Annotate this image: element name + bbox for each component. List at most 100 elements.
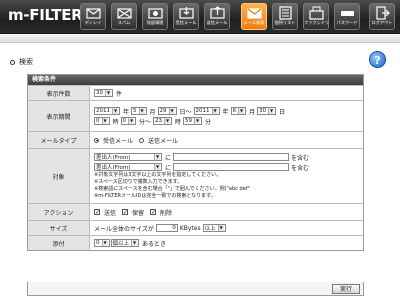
app-logo: m-FILTER. <box>8 6 89 24</box>
help-icon: ? <box>374 54 381 67</box>
to-month-select[interactable]: 6 ▼ <box>230 107 247 115</box>
chevron-down-icon: ▼ <box>131 240 138 246</box>
toolbar-strip <box>0 35 400 43</box>
nav-button-password[interactable]: パスワード <box>334 3 360 30</box>
chevron-down-icon: ▼ <box>128 118 135 124</box>
page-title-text: 検索 <box>19 58 33 66</box>
from-hour-select[interactable]: 0 ▼ <box>94 117 110 125</box>
size-unit: KBytes <box>179 224 201 232</box>
attach-compare-select[interactable]: 個以上 ▼ <box>110 239 140 247</box>
mailtype-label: メールタイプ <box>28 132 90 148</box>
check-hold[interactable]: ✓ <box>122 209 128 216</box>
row-action: アクション ✓ 送信 ✓ 保留 ✓ 削除 <box>28 203 363 220</box>
chevron-down-icon: ▼ <box>154 154 160 160</box>
target-joiner: に <box>165 164 172 172</box>
target-label: 対象 <box>28 149 90 203</box>
target-note: ※検索語にスペースを含む場合「"」で囲んでください。例)"abc def" <box>94 186 250 192</box>
logout-icon <box>375 6 390 20</box>
chevron-down-icon: ▼ <box>164 118 171 124</box>
to-min-select[interactable]: 59 ▼ <box>183 117 203 125</box>
check-delete[interactable]: ✓ <box>150 209 156 216</box>
range-separator: 日～ <box>179 108 192 116</box>
to-min-value: 59 <box>185 118 193 124</box>
from-year-select[interactable]: 2011 ▼ <box>94 107 120 115</box>
nav-label: 送信メール <box>206 20 228 25</box>
nav-label: 受信メール <box>175 20 197 25</box>
row-attach: 添付 0 ▼ 個以上 ▼ あるとき <box>28 235 363 250</box>
chevron-down-icon: ▼ <box>168 108 175 114</box>
nav-button-delay[interactable]: ディレイ <box>80 3 106 30</box>
row-count: 表示件数 30 ▼ 件 <box>28 85 363 100</box>
row-size: サイズ メール全体のサイズが 0 KBytes 以上 ▼ <box>28 220 363 235</box>
nav-button-mail-search[interactable]: メール検索 <box>241 3 267 30</box>
target-field2-value: 差出人(From) <box>96 165 131 171</box>
nav-button-list[interactable]: 個所リスト <box>272 3 298 30</box>
nav-button-send-mail[interactable]: 送信メール <box>204 3 230 30</box>
chevron-down-icon: ▼ <box>268 108 275 114</box>
radio-received[interactable] <box>94 137 99 143</box>
target-field1-value: 差出人(From) <box>96 155 131 161</box>
chevron-down-icon: ▼ <box>238 108 245 114</box>
attach-suffix: あるとき <box>142 240 167 248</box>
target-input2[interactable] <box>173 163 290 171</box>
chevron-down-icon: ▼ <box>211 108 218 114</box>
target-field1-select[interactable]: 差出人(From) ▼ <box>94 153 162 161</box>
chevron-down-icon: ▼ <box>194 118 201 124</box>
radio-sent-label: 送信メール <box>148 137 179 145</box>
nav-button-logout[interactable]: ログアウト <box>369 3 395 30</box>
target-suffix: を含む <box>291 164 310 172</box>
month-unit: 月 <box>149 108 156 116</box>
target-field2-select[interactable]: 差出人(From) ▼ <box>94 163 162 171</box>
nav-button-inbox[interactable]: 受信メール <box>173 3 199 30</box>
count-value: 30 <box>96 90 103 96</box>
month-unit: 月 <box>249 108 256 116</box>
spam-icon <box>116 6 132 20</box>
nav-label: ディレイ <box>84 20 102 25</box>
delay-icon <box>85 6 101 20</box>
nav-label: メール検索 <box>243 20 265 25</box>
radio-sent[interactable] <box>139 137 145 143</box>
page-title: 検索 <box>10 57 33 67</box>
execute-button[interactable]: 実行 <box>332 284 360 294</box>
nav-button-spam[interactable]: スパム <box>111 3 137 30</box>
from-min-select[interactable]: 0 ▼ <box>120 117 137 125</box>
from-year-value: 2011 <box>96 108 110 114</box>
hold-icon <box>147 6 163 20</box>
size-compare-value: 以上 <box>204 226 216 232</box>
chevron-down-icon: ▼ <box>101 240 108 246</box>
check-send[interactable]: ✓ <box>94 209 100 216</box>
to-day-select[interactable]: 30 ▼ <box>257 107 277 115</box>
from-month-value: 5 <box>133 108 137 114</box>
chevron-down-icon: ▼ <box>101 118 108 124</box>
attach-label: 添付 <box>28 236 90 250</box>
size-compare-select[interactable]: 以上 ▼ <box>202 224 226 232</box>
form-header: 検索条件 <box>28 75 363 85</box>
target-note: ※対象文字列は3文字以上の文字列を指定してください。 <box>94 172 222 178</box>
list-icon <box>278 6 293 20</box>
row-target: 対象 差出人(From) ▼ に を含む 差出人(From) ▼ に を含む ※対象… <box>28 148 363 203</box>
help-button[interactable]: ? <box>369 51 386 68</box>
nav-label: ファクシミリ <box>304 20 330 25</box>
from-day-value: 29 <box>159 108 167 114</box>
from-month-select[interactable]: 5 ▼ <box>131 107 147 115</box>
nav-button-hold[interactable]: 保留場理 <box>142 3 168 30</box>
check-delete-label: 削除 <box>160 209 173 217</box>
action-label: アクション <box>28 204 90 220</box>
nav-label: ログアウト <box>371 20 393 25</box>
minute-range-unit: 分～ <box>139 118 152 126</box>
attach-count-select[interactable]: 0 ▼ <box>94 239 110 247</box>
nav-button-fax[interactable]: ファクシミリ <box>303 3 329 30</box>
from-day-select[interactable]: 29 ▼ <box>157 107 177 115</box>
target-input1[interactable] <box>173 153 290 161</box>
to-month-value: 6 <box>232 108 237 114</box>
hour-unit: 時 <box>175 118 182 126</box>
to-year-select[interactable]: 2011 ▼ <box>193 107 220 115</box>
nav-label: パスワード <box>336 20 358 25</box>
target-suffix: を含む <box>291 154 310 162</box>
size-input[interactable]: 0 <box>155 224 178 232</box>
to-hour-select[interactable]: 23 ▼ <box>153 117 173 125</box>
from-hour-value: 0 <box>96 118 100 124</box>
count-select[interactable]: 30 ▼ <box>94 89 113 97</box>
year-unit: 年 <box>123 108 130 116</box>
bullet-icon <box>10 59 15 65</box>
